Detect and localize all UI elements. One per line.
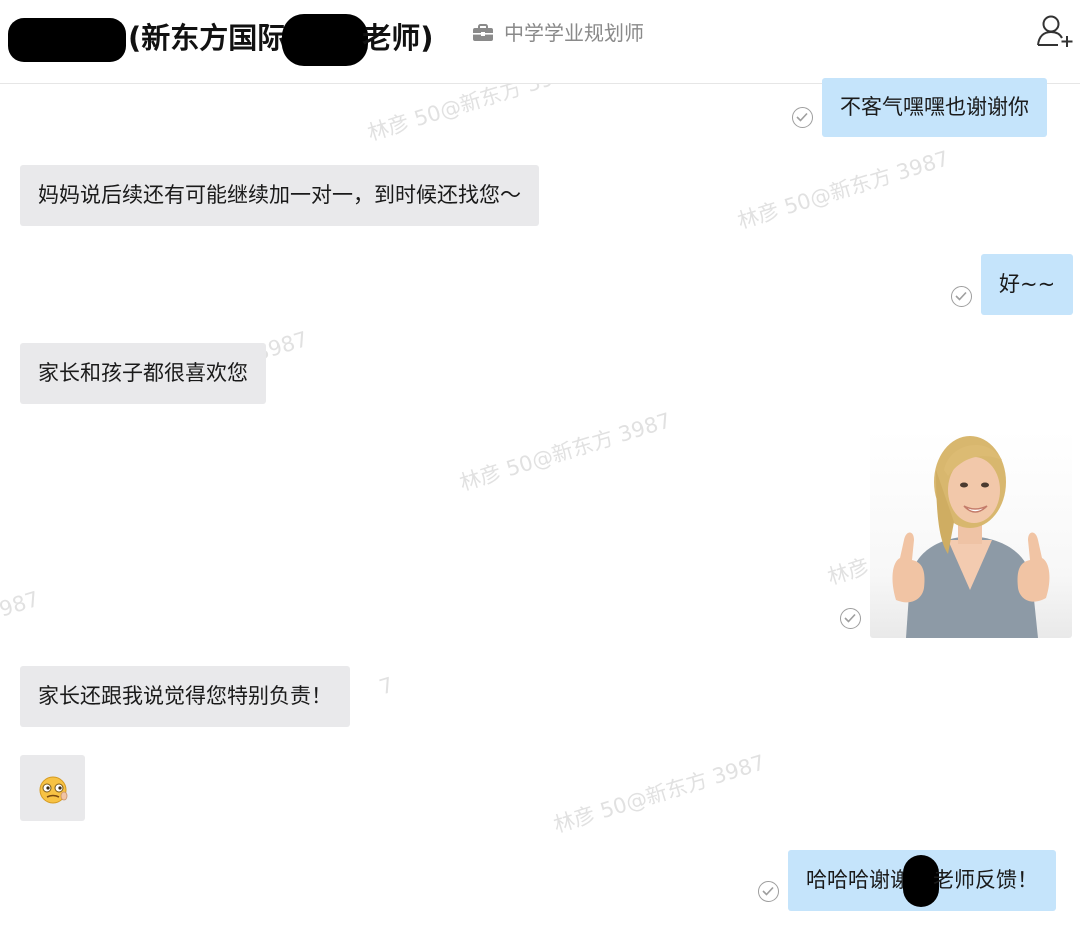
- message-bubble-incoming[interactable]: 家长还跟我说觉得您特别负责！: [20, 666, 350, 727]
- read-receipt-icon: [792, 107, 813, 128]
- message-bubble-outgoing[interactable]: 好~~: [981, 254, 1074, 315]
- message-bubble-outgoing[interactable]: 不客气嘿嘿也谢谢你: [822, 78, 1047, 137]
- watermark-text: 987: [0, 586, 42, 622]
- message-bubble-incoming[interactable]: 家长和孩子都很喜欢您: [20, 343, 266, 404]
- read-receipt-icon: [951, 286, 972, 307]
- read-receipt-icon: [840, 608, 861, 629]
- watermark-text: 林彦 50@新东方 3987: [550, 750, 768, 838]
- contact-name[interactable]: (新东方国际 老师): [8, 14, 434, 66]
- add-contact-icon[interactable]: [1036, 14, 1074, 48]
- contact-name-suffix: 老师): [362, 21, 434, 55]
- emoji-face-icon: [39, 776, 68, 804]
- message-bubble-incoming[interactable]: 妈妈说后续还有可能继续加一对一，到时候还找您～: [20, 165, 539, 226]
- message-text: 哈哈哈谢谢: [806, 868, 911, 892]
- thumbs-up-woman-photo[interactable]: [870, 430, 1072, 638]
- message-text: 老师反馈！: [933, 868, 1038, 892]
- redaction-mark: [282, 14, 369, 66]
- watermark-text: 林彦 50@新东方 3987: [734, 146, 952, 234]
- watermark-text: 林彦 50@新东方 3987: [456, 408, 674, 496]
- role-label: 中学学业规划师: [504, 21, 644, 45]
- read-receipt-icon: [758, 881, 779, 902]
- contact-role: 中学学业规划师: [472, 18, 644, 48]
- chat-header: (新东方国际 老师) 中学学业规划师: [0, 0, 1080, 84]
- contact-name-visible: (新东方国际: [128, 21, 287, 55]
- message-bubble-outgoing[interactable]: 哈哈哈谢谢 老师反馈！: [788, 850, 1056, 911]
- watermark-text: 林彦: [824, 554, 872, 590]
- briefcase-icon: [472, 20, 494, 41]
- message-bubble-incoming[interactable]: [20, 755, 85, 821]
- watermark-text: 7: [376, 672, 397, 700]
- redaction-mark: [8, 18, 126, 62]
